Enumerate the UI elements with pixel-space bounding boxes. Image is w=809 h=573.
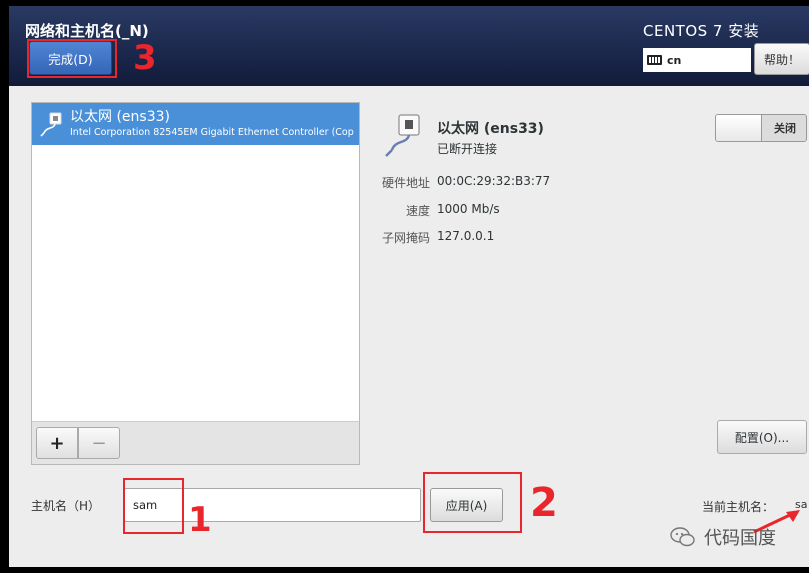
annotation-number-1: 1 bbox=[188, 500, 212, 540]
hardware-address-label: 硬件地址 bbox=[381, 176, 430, 190]
ethernet-icon bbox=[40, 112, 62, 137]
product-title: CENTOS 7 安装 bbox=[643, 22, 760, 40]
hardware-address-value: 00:0C:29:32:B3:77 bbox=[437, 174, 551, 188]
annotation-box-done bbox=[27, 39, 117, 78]
annotation-box-apply bbox=[423, 472, 522, 533]
subnet-mask-row: 子网掩码 127.0.0.1 bbox=[309, 229, 509, 245]
spoke-title: 网络和主机名(_N) bbox=[25, 22, 149, 40]
help-button[interactable]: 帮助！ bbox=[754, 43, 809, 75]
remove-device-button[interactable]: − bbox=[78, 427, 120, 459]
installer-window: 网络和主机名(_N) 完成(D) CENTOS 7 安装 cn 帮助！ 以太网 … bbox=[0, 0, 809, 573]
keyboard-icon bbox=[647, 55, 662, 65]
device-description: Intel Corporation 82545EM Gigabit Ethern… bbox=[70, 127, 354, 138]
annotation-box-hostname bbox=[123, 478, 184, 534]
watermark: 代码国度 bbox=[670, 524, 776, 550]
hardware-address-row: 硬件地址 00:0C:29:32:B3:77 bbox=[309, 174, 550, 190]
device-list: 以太网 (ens33) Intel Corporation 82545EM Gi… bbox=[31, 102, 360, 465]
speed-row: 速度 1000 Mb/s bbox=[309, 202, 509, 218]
ethernet-detail-icon bbox=[385, 114, 420, 157]
watermark-text: 代码国度 bbox=[704, 528, 776, 549]
device-list-toolbar: + − bbox=[31, 421, 360, 465]
header-bar: 网络和主机名(_N) 完成(D) CENTOS 7 安装 cn 帮助！ bbox=[9, 6, 809, 86]
subnet-mask-label: 子网掩码 bbox=[381, 231, 430, 245]
device-list-item[interactable]: 以太网 (ens33) Intel Corporation 82545EM Gi… bbox=[32, 103, 359, 145]
connection-name: 以太网 (ens33) bbox=[437, 121, 544, 137]
add-device-button[interactable]: + bbox=[36, 427, 78, 459]
device-name: 以太网 (ens33) bbox=[70, 109, 170, 125]
speed-value: 1000 Mb/s bbox=[437, 202, 500, 216]
annotation-number-2: 2 bbox=[530, 480, 558, 526]
keyboard-layout-label: cn bbox=[667, 53, 682, 67]
configure-button[interactable]: 配置(O)... bbox=[717, 420, 807, 454]
toggle-knob bbox=[716, 115, 762, 141]
hostname-label: 主机名（H） bbox=[31, 499, 101, 513]
toggle-label: 关闭 bbox=[774, 122, 796, 135]
connection-status: 已断开连接 bbox=[437, 142, 498, 156]
annotation-number-3: 3 bbox=[133, 38, 157, 78]
wechat-icon bbox=[670, 527, 695, 547]
keyboard-layout-indicator[interactable]: cn bbox=[643, 48, 751, 72]
speed-label: 速度 bbox=[405, 204, 430, 218]
subnet-mask-value: 127.0.0.1 bbox=[437, 229, 495, 243]
connection-toggle[interactable]: 关闭 bbox=[715, 114, 807, 142]
